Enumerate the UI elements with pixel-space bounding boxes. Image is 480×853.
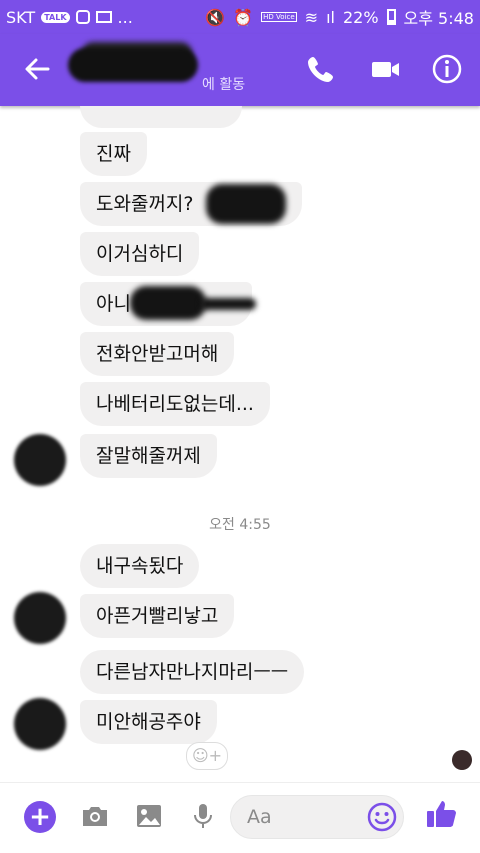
message-bubble[interactable]: 전화안받고머해 bbox=[80, 332, 235, 376]
message-bubble[interactable]: 다른남자만나지마리ㅡㅡ bbox=[80, 650, 305, 694]
mute-icon: 🔇 bbox=[205, 7, 226, 27]
phone-icon[interactable] bbox=[304, 52, 338, 86]
alarm-icon: ⏰ bbox=[233, 7, 254, 27]
message-bubble-partial[interactable] bbox=[80, 106, 242, 128]
message-bubble[interactable]: 나베터리도없는데... bbox=[80, 382, 270, 426]
message-text: 도와줄꺼지? bbox=[96, 193, 194, 215]
seen-avatar bbox=[452, 750, 472, 770]
carrier-label: SKT bbox=[6, 7, 36, 27]
battery-icon bbox=[386, 9, 396, 25]
input-placeholder: Aa bbox=[247, 806, 272, 828]
status-bar: SKT TALK ... 🔇 ⏰ HD Voice ≋ ıl 22% 오후 5:… bbox=[0, 0, 480, 34]
signal-icon: ıl bbox=[326, 7, 335, 27]
message-text: 아니 bbox=[96, 293, 131, 315]
message-bubble[interactable]: 진짜 bbox=[80, 132, 147, 176]
message-bubble[interactable]: 내구속됬다 bbox=[80, 544, 200, 588]
message-input[interactable]: Aa bbox=[230, 795, 404, 839]
redaction-mark bbox=[206, 184, 286, 224]
plus-icon[interactable]: + bbox=[24, 801, 56, 833]
info-icon[interactable] bbox=[430, 52, 464, 86]
active-status-label: 에 활동 bbox=[202, 77, 246, 93]
message-bubble[interactable]: 잘말해줄꺼제 bbox=[80, 434, 217, 478]
image-icon[interactable] bbox=[134, 801, 164, 831]
message-bubble[interactable]: 미안해공주야 bbox=[80, 700, 217, 744]
redacted-contact-name-blob[interactable] bbox=[68, 48, 198, 82]
avatar[interactable] bbox=[14, 698, 66, 750]
message-bubble[interactable]: 이거심하디 bbox=[80, 232, 200, 276]
add-reaction-icon[interactable]: ☺+ bbox=[186, 742, 228, 770]
talk-notification-icon: TALK bbox=[41, 11, 70, 23]
avatar[interactable] bbox=[14, 592, 66, 644]
mail-notification-icon bbox=[95, 11, 112, 23]
mic-icon[interactable] bbox=[188, 801, 218, 831]
thumbs-up-icon[interactable] bbox=[424, 797, 458, 831]
redaction-mark bbox=[130, 286, 206, 320]
message-composer: + Aa bbox=[0, 782, 480, 853]
redaction-mark bbox=[200, 298, 256, 310]
message-list[interactable]: 진짜 도와줄꺼지? 이거심하디 아니 전화안받고머해 나베터리도없는데... 잘… bbox=[0, 106, 480, 782]
camera-icon[interactable] bbox=[80, 801, 110, 831]
clock: 오후 5:48 bbox=[403, 9, 474, 28]
avatar[interactable] bbox=[14, 434, 66, 486]
smile-icon[interactable] bbox=[367, 802, 397, 832]
instagram-notification-icon bbox=[75, 10, 90, 24]
more-notifications: ... bbox=[117, 7, 133, 27]
back-arrow-icon[interactable] bbox=[22, 54, 52, 90]
message-bubble[interactable]: 아픈거빨리낳고 bbox=[80, 594, 235, 638]
hd-voice-icon: HD Voice bbox=[261, 12, 297, 22]
battery-percent: 22% bbox=[342, 7, 379, 27]
wifi-icon: ≋ bbox=[304, 7, 319, 27]
timestamp: 오전 4:55 bbox=[209, 517, 271, 533]
video-icon[interactable] bbox=[368, 52, 402, 86]
conversation-header: 에 활동 bbox=[0, 34, 480, 106]
